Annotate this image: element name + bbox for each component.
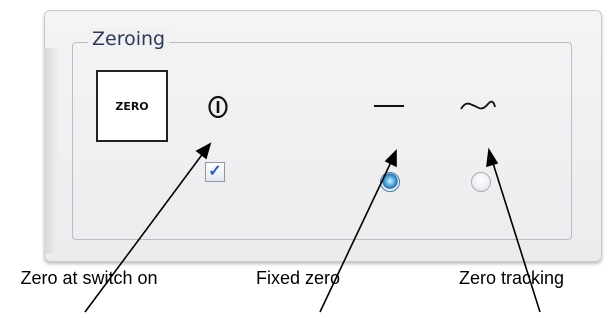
checkmark-icon: ✓ [208, 163, 222, 180]
caption-zero-at-switch-on: Zero at switch on [20, 268, 158, 288]
caption-zero-tracking: Zero tracking [459, 268, 565, 288]
panel-left-edge [44, 48, 58, 254]
zero-at-switch-on-checkbox[interactable]: ✓ [205, 162, 225, 182]
caption-fixed-zero: Fixed zero [256, 268, 341, 288]
wave-icon [460, 100, 496, 110]
zero-tracking-radio[interactable] [471, 172, 491, 192]
groupbox-title: Zeroing [88, 28, 170, 50]
power-icon [208, 95, 228, 119]
zero-button[interactable]: ZERO [96, 70, 168, 142]
fixed-zero-radio[interactable] [380, 172, 400, 192]
flat-line-icon [374, 105, 404, 107]
